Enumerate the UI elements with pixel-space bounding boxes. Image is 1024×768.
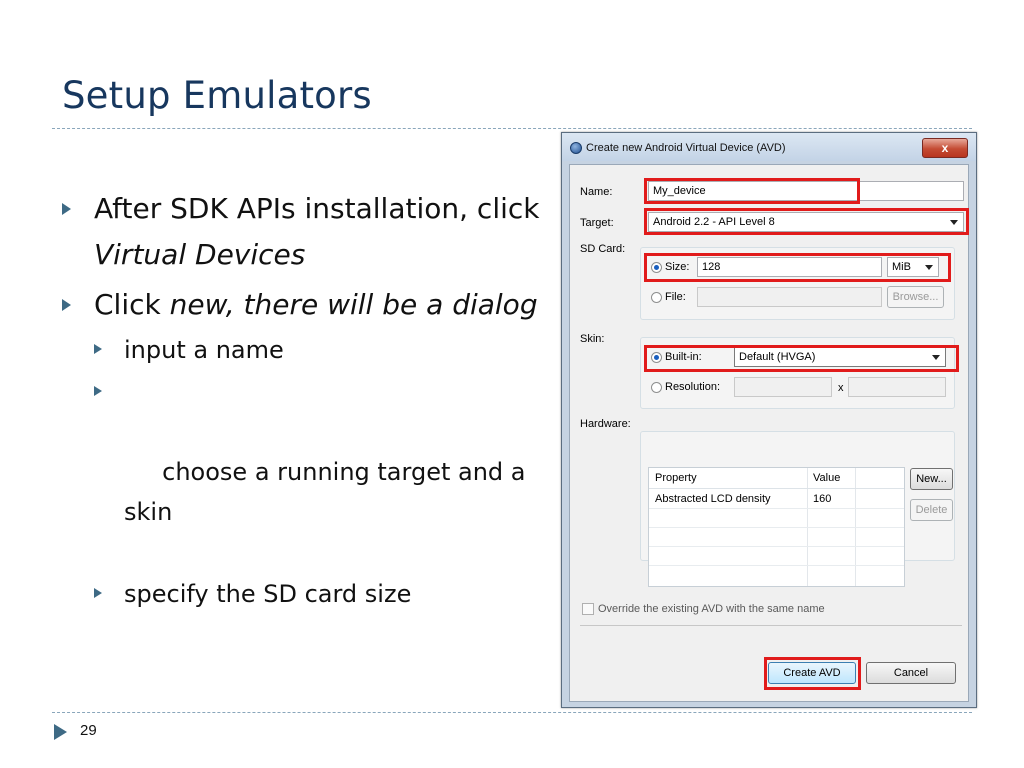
- page-number: 29: [80, 722, 97, 739]
- chevron-down-icon: [950, 220, 958, 225]
- bullet-text: After SDK APIs installation, click: [94, 192, 540, 225]
- bullet-item: After SDK APIs installation, click Virtu…: [62, 186, 542, 278]
- bullet-arrow-icon: [94, 588, 102, 598]
- file-field[interactable]: [697, 287, 882, 307]
- cancel-button[interactable]: Cancel: [866, 662, 956, 684]
- target-label: Target:: [580, 217, 614, 229]
- resolution-x-label: x: [838, 382, 844, 394]
- file-radio[interactable]: [651, 292, 662, 303]
- close-button[interactable]: x: [922, 138, 968, 158]
- bullet-arrow-icon: [94, 386, 102, 396]
- skin-group: Built-in: Default (HVGA) Resolution: x: [640, 337, 955, 409]
- chevron-down-icon: [925, 265, 933, 270]
- skin-select[interactable]: Default (HVGA): [734, 347, 946, 367]
- column-header: Property: [655, 472, 697, 484]
- browse-button[interactable]: Browse...: [887, 286, 944, 308]
- bullet-emphasis: Virtual Devices: [94, 238, 306, 271]
- name-field[interactable]: My_device: [648, 181, 964, 201]
- chevron-down-icon: [932, 355, 940, 360]
- sdcard-group: Size: 128 MiB File: Browse...: [640, 247, 955, 320]
- eclipse-icon: [570, 142, 582, 154]
- sub-bullet-item: specify the SD card size: [62, 574, 542, 614]
- bullet-arrow-icon: [62, 203, 71, 215]
- footer-separator: [580, 625, 962, 626]
- hardware-table[interactable]: Property Value Abstracted LCD density 16…: [648, 467, 905, 587]
- table-cell[interactable]: Abstracted LCD density: [655, 493, 771, 505]
- title-divider: [52, 128, 972, 129]
- create-avd-button[interactable]: Create AVD: [768, 662, 856, 684]
- bullet-text: Click: [94, 288, 170, 321]
- slide-title: Setup Emulators: [62, 74, 372, 117]
- dialog-body: Name: My_device Target: Android 2.2 - AP…: [569, 164, 969, 702]
- column-header: Value: [813, 472, 841, 484]
- size-label: Size:: [665, 261, 690, 273]
- size-field[interactable]: 128: [697, 257, 882, 277]
- dialog-titlebar[interactable]: Create new Android Virtual Device (AVD) …: [562, 133, 976, 161]
- size-unit-select[interactable]: MiB: [887, 257, 939, 277]
- file-label: File:: [665, 291, 686, 303]
- override-checkbox[interactable]: [582, 603, 594, 615]
- footer-divider: [52, 712, 972, 713]
- delete-button[interactable]: Delete: [910, 499, 953, 521]
- skin-value: Default (HVGA): [739, 351, 816, 363]
- name-label: Name:: [580, 186, 613, 198]
- new-button[interactable]: New...: [910, 468, 953, 490]
- builtin-radio[interactable]: [651, 352, 662, 363]
- resolution-radio[interactable]: [651, 382, 662, 393]
- avd-dialog: Create new Android Virtual Device (AVD) …: [561, 132, 977, 708]
- skin-label: Skin:: [580, 333, 605, 345]
- bullet-arrow-icon: [94, 344, 102, 354]
- bullet-emphasis: new, there will be a dialog: [169, 288, 538, 321]
- page-marker-icon: [54, 724, 67, 740]
- sub-bullet-text: choose a running target and a skin: [124, 458, 534, 526]
- sub-bullet-text: specify the SD card size: [124, 580, 412, 608]
- size-radio[interactable]: [651, 262, 662, 273]
- sub-bullet-item: choose a running target and a skin: [62, 372, 542, 572]
- size-unit-value: MiB: [892, 261, 911, 273]
- target-select[interactable]: Android 2.2 - API Level 8: [648, 212, 964, 232]
- sdcard-label: SD Card:: [580, 243, 626, 255]
- dialog-title: Create new Android Virtual Device (AVD): [586, 142, 786, 154]
- sub-bullet-item: input a name: [62, 330, 542, 370]
- sub-bullet-text: input a name: [124, 336, 284, 364]
- resolution-label: Resolution:: [665, 381, 721, 393]
- resolution-width-field[interactable]: [734, 377, 832, 397]
- bullet-item: Click new, there will be a dialog: [62, 282, 542, 328]
- builtin-label: Built-in:: [665, 351, 702, 363]
- target-value: Android 2.2 - API Level 8: [653, 216, 775, 228]
- hardware-label: Hardware:: [580, 418, 631, 430]
- bullet-arrow-icon: [62, 299, 71, 311]
- table-cell[interactable]: 160: [813, 493, 831, 505]
- resolution-height-field[interactable]: [848, 377, 946, 397]
- override-label: Override the existing AVD with the same …: [598, 603, 825, 615]
- bullet-list: After SDK APIs installation, click Virtu…: [62, 186, 542, 614]
